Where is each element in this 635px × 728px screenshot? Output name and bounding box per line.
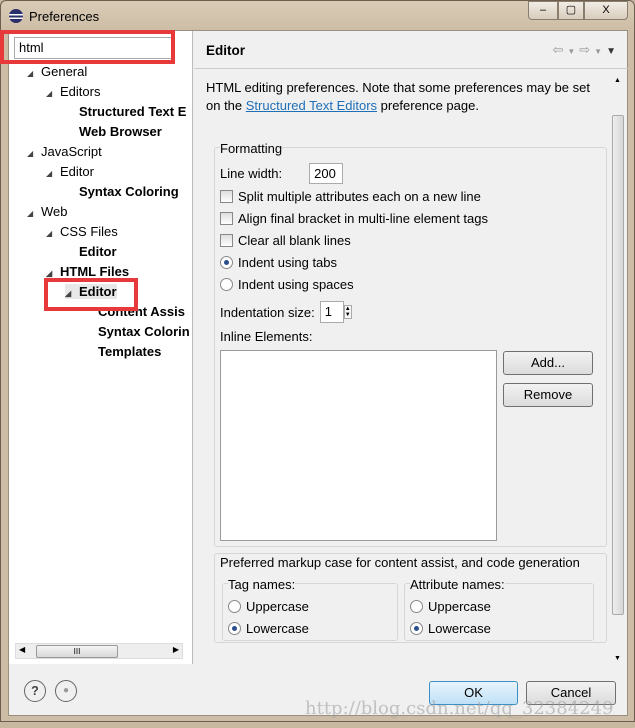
tag-names-label: Tag names: bbox=[228, 577, 296, 592]
tree-horizontal-scrollbar[interactable]: ◀ III ▶ bbox=[15, 643, 183, 659]
close-button[interactable]: X bbox=[584, 1, 628, 20]
minimize-button[interactable]: – bbox=[528, 1, 558, 20]
structured-text-editors-link[interactable]: Structured Text Editors bbox=[246, 98, 377, 113]
tree-item[interactable]: Editor bbox=[65, 244, 117, 259]
option-checkbox[interactable]: Clear all blank lines bbox=[220, 233, 351, 248]
inline-elements-label: Inline Elements: bbox=[220, 329, 313, 344]
tree-item[interactable]: ◢ Web bbox=[27, 204, 68, 219]
help-icon[interactable]: ? bbox=[24, 680, 46, 702]
scroll-thumb[interactable]: III bbox=[36, 645, 118, 658]
expand-triangle-icon[interactable]: ◢ bbox=[46, 89, 60, 98]
indentation-spinner[interactable]: ▲ ▼ bbox=[343, 305, 352, 319]
tree-item-label: General bbox=[41, 64, 88, 79]
scroll-left-icon[interactable]: ◀ bbox=[19, 645, 25, 654]
tree-item-label: Structured Text E bbox=[79, 104, 187, 119]
tree-item[interactable]: ◢ HTML Files bbox=[46, 264, 129, 279]
tree-item-label: Syntax Coloring bbox=[79, 184, 179, 199]
page-description: HTML editing preferences. Note that some… bbox=[206, 79, 601, 115]
tree-item-label: Editor bbox=[60, 164, 94, 179]
tree-item-label: CSS Files bbox=[60, 224, 118, 239]
scroll-down-icon[interactable]: ▼ bbox=[614, 655, 621, 662]
expand-triangle-icon[interactable]: ◢ bbox=[27, 69, 41, 78]
tree-item-label: Editors bbox=[60, 84, 101, 99]
import-export-icon[interactable]: ● bbox=[55, 680, 77, 702]
preferences-window: Preferences – ▢ X html ◢ General ◢ Editors S… bbox=[0, 0, 635, 722]
attr-uppercase-radio[interactable]: Uppercase bbox=[410, 599, 491, 614]
tree-item[interactable]: ◢ Editor bbox=[46, 164, 94, 179]
page-vertical-scrollbar[interactable]: ▲ ▼ bbox=[612, 77, 624, 662]
watermark: http://blog.csdn.net/qq_32384249 bbox=[305, 698, 614, 719]
tree-item[interactable]: Web Browser bbox=[65, 124, 162, 139]
option-radio[interactable]: Indent using tabs bbox=[220, 255, 337, 270]
scroll-up-icon[interactable]: ▲ bbox=[614, 77, 621, 84]
tree-item-label: Syntax Colorin bbox=[98, 324, 190, 339]
eclipse-logo-icon bbox=[9, 9, 23, 23]
tree-item[interactable]: Templates bbox=[84, 344, 161, 359]
preference-tree-panel: html ◢ General ◢ Editors Structured Text E We… bbox=[9, 31, 193, 664]
attr-lowercase-radio[interactable]: Lowercase bbox=[410, 621, 491, 636]
inline-elements-list[interactable] bbox=[220, 350, 497, 541]
indentation-size-label: Indentation size: bbox=[220, 304, 315, 320]
back-menu-icon[interactable]: ▼ bbox=[567, 47, 579, 56]
scroll-right-icon[interactable]: ▶ bbox=[173, 645, 179, 654]
tree-item[interactable]: ◢ Editors bbox=[46, 84, 100, 99]
attribute-names-label: Attribute names: bbox=[410, 577, 505, 592]
title-bar: Preferences bbox=[9, 5, 99, 27]
spin-down-icon[interactable]: ▼ bbox=[345, 312, 351, 318]
tree-item-label: Web bbox=[41, 204, 68, 219]
formatting-label: Formatting bbox=[220, 141, 283, 156]
tree-item[interactable]: ◢ JavaScript bbox=[27, 144, 102, 159]
indentation-size-input[interactable]: 1 bbox=[319, 301, 344, 323]
add-button[interactable]: Add... bbox=[503, 351, 593, 375]
tree-item-label: HTML Files bbox=[60, 264, 130, 279]
expand-triangle-icon[interactable]: ◢ bbox=[27, 209, 41, 218]
expand-triangle-icon[interactable]: ◢ bbox=[27, 149, 41, 158]
line-width-label: Line width: bbox=[220, 166, 283, 181]
tree-item-label: JavaScript bbox=[41, 144, 102, 159]
remove-button[interactable]: Remove bbox=[503, 383, 593, 407]
tree-item[interactable]: ◢ General bbox=[27, 64, 87, 79]
forward-icon[interactable]: ⇨ bbox=[579, 42, 594, 57]
option-checkbox[interactable]: Split multiple attributes each on a new … bbox=[220, 189, 481, 204]
tree-item[interactable]: ◢ CSS Files bbox=[46, 224, 118, 239]
maximize-button[interactable]: ▢ bbox=[558, 1, 584, 20]
window-title: Preferences bbox=[29, 8, 100, 24]
desc-text-end: preference page. bbox=[377, 98, 479, 113]
expand-triangle-icon[interactable]: ◢ bbox=[46, 169, 60, 178]
markup-case-label: Preferred markup case for content assist… bbox=[220, 555, 580, 570]
preference-page: Editor ⇦▼⇨▼▼ HTML editing preferences. N… bbox=[194, 31, 628, 664]
tree-item[interactable]: Structured Text E bbox=[65, 104, 186, 119]
page-title: Editor bbox=[206, 43, 245, 58]
search-highlight-box bbox=[0, 30, 175, 64]
tree-item-label: Web Browser bbox=[79, 124, 162, 139]
line-width-input[interactable]: 200 bbox=[309, 163, 344, 184]
tag-lowercase-radio[interactable]: Lowercase bbox=[228, 621, 309, 636]
view-menu-icon[interactable]: ▼ bbox=[606, 46, 620, 57]
tree-item[interactable]: Syntax Coloring bbox=[65, 184, 179, 199]
forward-menu-icon[interactable]: ▼ bbox=[594, 47, 606, 56]
tag-uppercase-radio[interactable]: Uppercase bbox=[228, 599, 309, 614]
scroll-thumb[interactable] bbox=[612, 115, 624, 615]
editor-highlight-box bbox=[44, 278, 138, 311]
option-checkbox[interactable]: Align final bracket in multi-line elemen… bbox=[220, 211, 488, 226]
option-radio[interactable]: Indent using spaces bbox=[220, 277, 354, 292]
expand-triangle-icon[interactable]: ◢ bbox=[46, 229, 60, 238]
expand-triangle-icon[interactable]: ◢ bbox=[46, 269, 60, 278]
tree-item[interactable]: Syntax Colorin bbox=[84, 324, 190, 339]
tree-item-label: Templates bbox=[98, 344, 162, 359]
tree-item-label: Editor bbox=[79, 244, 117, 259]
back-icon[interactable]: ⇦ bbox=[552, 42, 567, 57]
